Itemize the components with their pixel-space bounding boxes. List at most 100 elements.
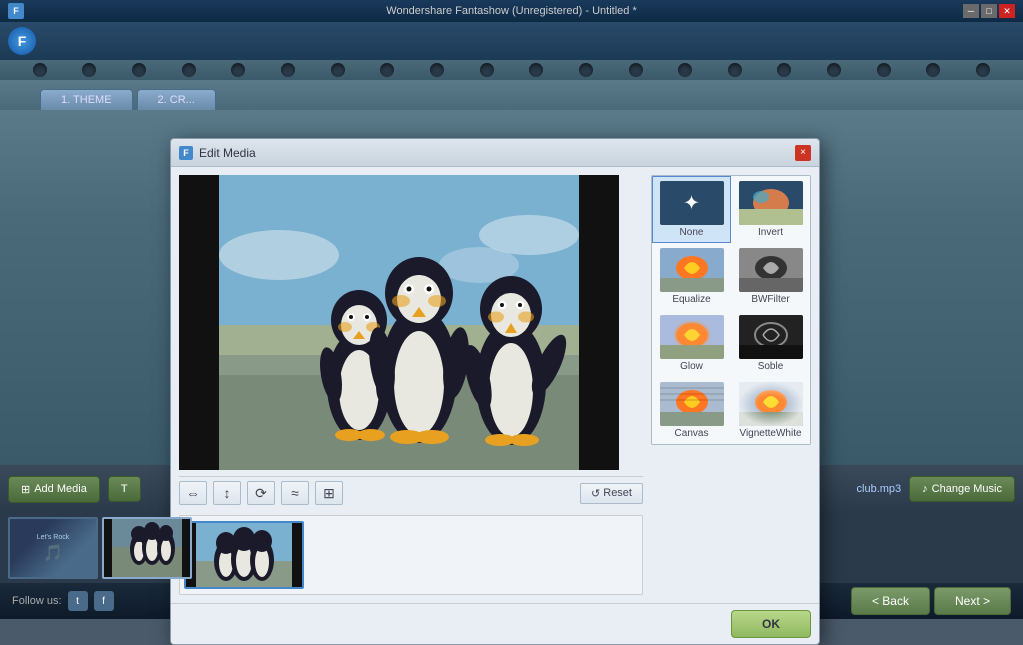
binder-hole [629,63,643,77]
title-bar-controls: ─ □ ✕ [963,4,1015,18]
binder-holes-row [0,60,1023,80]
add-media-button[interactable]: ⊞ Add Media [8,476,100,503]
modal-title-text: Edit Media [199,146,789,160]
nav-buttons: < Back Next > [851,587,1011,615]
filter-none-label: None [680,227,704,238]
edit-media-dialog: F Edit Media × [170,138,820,645]
modal-close-button[interactable]: × [795,145,811,161]
binder-hole [331,63,345,77]
preview-area: ⇔ ↕ ⟳ ≈ ⊞ ↺ Reset [179,175,643,595]
app-header: F [0,22,1023,60]
filter-soble[interactable]: Soble [731,310,810,377]
add-media-icon: ⊞ [21,483,30,496]
binder-hole [281,63,295,77]
binder-hole [480,63,494,77]
filmstrip-svg [104,519,190,577]
text-button[interactable]: T [108,476,141,502]
back-button[interactable]: < Back [851,587,930,615]
binder-hole [132,63,146,77]
binder-hole [82,63,96,77]
filter-invert[interactable]: Invert [731,176,810,243]
filter-glow[interactable]: Glow [652,310,731,377]
preview-svg [179,175,619,470]
tab-create[interactable]: 2. CR... [137,89,216,110]
title-bar: F Wondershare Fantashow (Unregistered) -… [0,0,1023,22]
flip-vertical-button[interactable]: ↕ [213,481,241,505]
filmstrip-slide-1[interactable]: Let's Rock 🎵 [8,517,98,579]
filter-canvas-label: Canvas [675,428,709,439]
filter-soble-thumb [739,315,803,359]
thumbnail-strip [179,515,643,595]
follow-label: Follow us: [12,595,62,607]
binder-hole [728,63,742,77]
music-filename: club.mp3 [857,483,902,495]
filter-none-thumb: ✦ [660,181,724,225]
filter-canvas[interactable]: Canvas [652,377,731,444]
preview-toolbar: ⇔ ↕ ⟳ ≈ ⊞ ↺ Reset [179,476,643,509]
main-content: F Edit Media × [0,110,1023,465]
binder-hole [579,63,593,77]
maximize-button[interactable]: □ [981,4,997,18]
binder-hole [827,63,841,77]
filter-vignettewhite[interactable]: VignetteWhite [731,377,810,444]
filter-soble-label: Soble [758,361,784,372]
filter-panel: ✦ None [651,175,811,595]
close-button[interactable]: ✕ [999,4,1015,18]
filter-vignettewhite-label: VignetteWhite [739,428,801,439]
modal-footer: OK [171,603,819,644]
text-label: T [121,483,128,495]
add-media-label: Add Media [34,483,87,495]
facebook-icon[interactable]: f [94,591,114,611]
app-logo: F [8,27,36,55]
filter-scroll[interactable]: ✦ None [651,175,811,595]
thumb-svg [186,523,302,587]
binder-hole [877,63,891,77]
ok-button[interactable]: OK [731,610,811,638]
app-icon: F [8,3,24,19]
filter-invert-label: Invert [758,227,783,238]
filter-equalize-thumb [660,248,724,292]
crop-button[interactable]: ⊞ [315,481,343,505]
rotate-button[interactable]: ⟳ [247,481,275,505]
change-music-label: Change Music [932,483,1002,495]
binder-hole [231,63,245,77]
binder-hole [976,63,990,77]
follow-us: Follow us: t f [12,591,114,611]
title-bar-text: Wondershare Fantashow (Unregistered) - U… [386,5,636,17]
modal-title-icon: F [179,146,193,160]
twitter-icon[interactable]: t [68,591,88,611]
flip-horizontal-button[interactable]: ⇔ [179,481,207,505]
filter-glow-label: Glow [680,361,703,372]
filmstrip-slide-2[interactable] [102,517,192,579]
tab-theme[interactable]: 1. THEME [40,89,133,110]
filter-invert-thumb [739,181,803,225]
reset-label: Reset [603,487,632,499]
filter-canvas-thumb [660,382,724,426]
filter-equalize[interactable]: Equalize [652,243,731,310]
minimize-button[interactable]: ─ [963,4,979,18]
change-music-button[interactable]: ♪ Change Music [909,476,1015,502]
binder-hole [430,63,444,77]
binder-hole [926,63,940,77]
slide-1-content: Let's Rock 🎵 [10,519,96,577]
filter-vignettewhite-thumb [739,382,803,426]
filter-bwfilter-thumb [739,248,803,292]
binder-hole [529,63,543,77]
binder-hole [678,63,692,77]
filter-equalize-label: Equalize [672,294,710,305]
music-icon: ♪ [922,483,928,495]
adjust-button[interactable]: ≈ [281,481,309,505]
filter-bwfilter-label: BWFilter [751,294,789,305]
filter-none[interactable]: ✦ None [652,176,731,243]
binder-hole [33,63,47,77]
binder-hole [380,63,394,77]
reset-icon: ↺ [591,487,600,500]
filter-bwfilter[interactable]: BWFilter [731,243,810,310]
next-button[interactable]: Next > [934,587,1011,615]
thumbnail-item[interactable] [184,521,304,589]
modal-titlebar: F Edit Media × [171,139,819,167]
binder-hole [777,63,791,77]
reset-button[interactable]: ↺ Reset [580,483,643,504]
filter-glow-thumb [660,315,724,359]
binder-hole [182,63,196,77]
